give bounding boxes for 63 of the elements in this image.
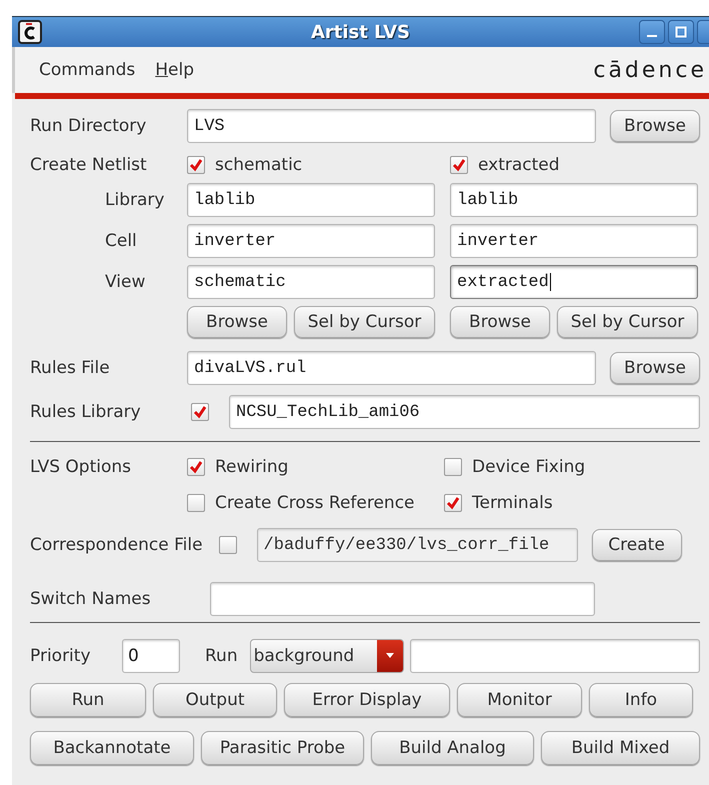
action-button[interactable]: Build Mixed xyxy=(540,731,700,765)
checkbox[interactable] xyxy=(187,458,205,476)
app-icon xyxy=(18,20,42,44)
action-button[interactable]: Monitor xyxy=(457,683,582,717)
checkbox-label: extracted xyxy=(478,155,560,175)
input-field[interactable] xyxy=(210,582,595,616)
field-label: Create Netlist xyxy=(30,155,148,175)
field-label: Correspondence File xyxy=(30,535,203,555)
dropdown[interactable]: background xyxy=(250,639,404,673)
input-field[interactable] xyxy=(410,639,700,673)
maximize-icon xyxy=(675,26,687,38)
field-label: Run Directory xyxy=(30,116,148,136)
action-button[interactable]: Info xyxy=(589,683,693,717)
logo: cādence xyxy=(593,58,707,82)
menu-item[interactable]: Commands xyxy=(39,60,136,80)
input-field[interactable]: lablib xyxy=(450,183,698,217)
menu-item[interactable]: Help xyxy=(155,60,194,80)
column-button[interactable]: Sel by Cursor xyxy=(557,306,698,338)
column-button[interactable]: Browse xyxy=(450,306,550,338)
input-field[interactable]: schematic xyxy=(187,265,435,299)
field-label: LVS Options xyxy=(30,456,132,477)
minimize-button[interactable] xyxy=(639,20,665,44)
action-button[interactable]: Error Display xyxy=(284,683,450,717)
maximize-button[interactable] xyxy=(668,20,694,44)
input-field[interactable]: inverter xyxy=(450,224,698,258)
field-label: Run xyxy=(205,646,238,666)
checkbox[interactable] xyxy=(187,494,205,512)
minimize-icon xyxy=(647,35,657,37)
checkbox-label: Device Fixing xyxy=(472,457,586,477)
caret-icon xyxy=(384,652,396,660)
input-field[interactable]: divaLVS.rul xyxy=(187,351,596,385)
field-label: View xyxy=(104,272,146,292)
input-field[interactable]: 0 xyxy=(122,639,180,673)
checkbox[interactable] xyxy=(191,403,209,421)
action-button[interactable]: Run xyxy=(30,683,146,717)
window-title: Artist LVS xyxy=(310,22,412,42)
field-label: Rules File xyxy=(30,358,111,378)
checkbox-label: schematic xyxy=(215,155,302,175)
field-label: Rules Library xyxy=(30,402,142,422)
checkbox[interactable] xyxy=(187,156,205,174)
field-label: Switch Names xyxy=(30,589,152,609)
checkbox-label: Terminals xyxy=(472,493,553,513)
checkbox-label: Rewiring xyxy=(215,457,288,477)
input-field[interactable]: inverter xyxy=(187,224,435,258)
action-button[interactable]: Backannotate xyxy=(30,731,194,765)
field-label: Priority xyxy=(30,646,92,666)
field-label: Library xyxy=(104,190,166,210)
action-button[interactable]: Build Analog xyxy=(370,731,534,765)
checkbox-label: Create Cross Reference xyxy=(215,493,415,513)
input-field[interactable]: LVS xyxy=(187,109,596,143)
checkbox[interactable] xyxy=(444,458,462,476)
input-field[interactable]: NCSU_TechLib_ami06 xyxy=(229,395,700,429)
input-field[interactable]: lablib xyxy=(187,183,435,217)
action-button[interactable]: Output xyxy=(153,683,277,717)
field-label: Cell xyxy=(104,231,138,251)
input-field[interactable]: extracted xyxy=(450,265,698,299)
browse-button[interactable]: Browse xyxy=(610,352,700,384)
checkbox[interactable] xyxy=(444,494,462,512)
action-button[interactable]: Parasitic Probe xyxy=(200,731,364,765)
checkbox[interactable] xyxy=(450,156,468,174)
column-button[interactable]: Sel by Cursor xyxy=(294,306,435,338)
browse-button[interactable]: Browse xyxy=(610,110,700,142)
column-button[interactable]: Browse xyxy=(187,306,287,338)
